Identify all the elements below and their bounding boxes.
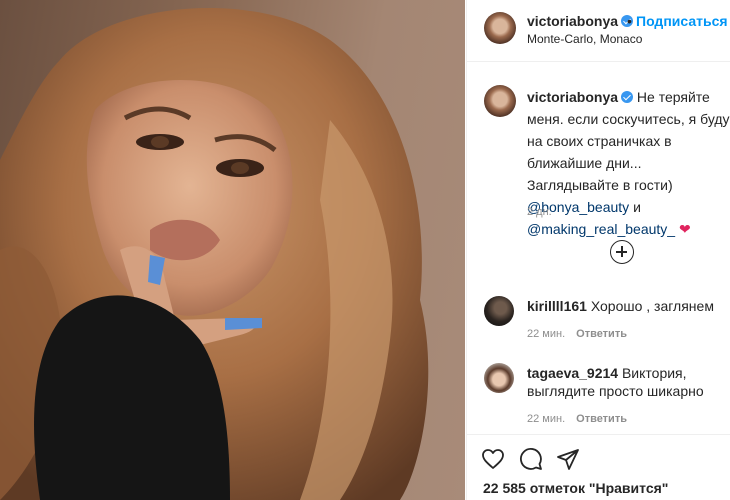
commenter-username[interactable]: kirillll161 xyxy=(527,298,587,314)
comment-meta: 22 мин. Ответить xyxy=(527,413,627,425)
caption-and-word: и xyxy=(633,199,641,215)
caption-username-text[interactable]: victoriabonya xyxy=(527,89,618,105)
heart-icon[interactable] xyxy=(481,447,505,471)
post-photo[interactable] xyxy=(0,0,465,500)
author-avatar[interactable] xyxy=(484,12,516,44)
comment-text: Хорошо , заглянем xyxy=(590,298,714,314)
post-header: victoriabonya • Подписаться Monte-Carlo,… xyxy=(467,0,730,62)
portrait-image xyxy=(0,8,429,500)
commenter-username[interactable]: tagaeva_9214 xyxy=(527,365,618,381)
mention-link-making-real-beauty[interactable]: @making_real_beauty_ xyxy=(527,221,675,237)
caption-username[interactable]: victoriabonya xyxy=(527,89,634,105)
comment-item: kirillll161 Хорошо , заглянем xyxy=(527,297,730,315)
caption-timestamp[interactable]: 2 дн. xyxy=(527,206,552,218)
comment-meta: 22 мин. Ответить xyxy=(527,328,627,340)
reply-button[interactable]: Ответить xyxy=(576,413,627,425)
comment-icon[interactable] xyxy=(519,447,543,471)
comment-timestamp[interactable]: 22 мин. xyxy=(527,328,565,340)
share-icon[interactable] xyxy=(556,447,580,471)
load-more-comments-button[interactable] xyxy=(610,240,634,264)
commenter-avatar[interactable] xyxy=(484,296,514,326)
separator-dot: • xyxy=(627,13,632,29)
location-link[interactable]: Monte-Carlo, Monaco xyxy=(527,32,642,46)
likes-count[interactable]: 22 585 отметок "Нравится" xyxy=(483,480,668,496)
heart-emoji-icon: ❤ xyxy=(678,221,691,237)
author-username-text[interactable]: victoriabonya xyxy=(527,13,618,29)
author-username[interactable]: victoriabonya xyxy=(527,13,634,29)
reply-button[interactable]: Ответить xyxy=(576,328,627,340)
post-caption: victoriabonya Не теряйте меня. если соск… xyxy=(527,86,730,240)
caption-author-avatar[interactable] xyxy=(484,85,516,117)
verified-badge-icon xyxy=(621,91,634,103)
follow-button[interactable]: Подписаться xyxy=(636,13,728,29)
comment-item: tagaeva_9214 Виктория, выглядите просто … xyxy=(527,364,730,400)
comment-timestamp[interactable]: 22 мин. xyxy=(527,413,565,425)
post-side-panel: victoriabonya • Подписаться Monte-Carlo,… xyxy=(466,0,730,500)
commenter-avatar[interactable] xyxy=(484,363,514,393)
